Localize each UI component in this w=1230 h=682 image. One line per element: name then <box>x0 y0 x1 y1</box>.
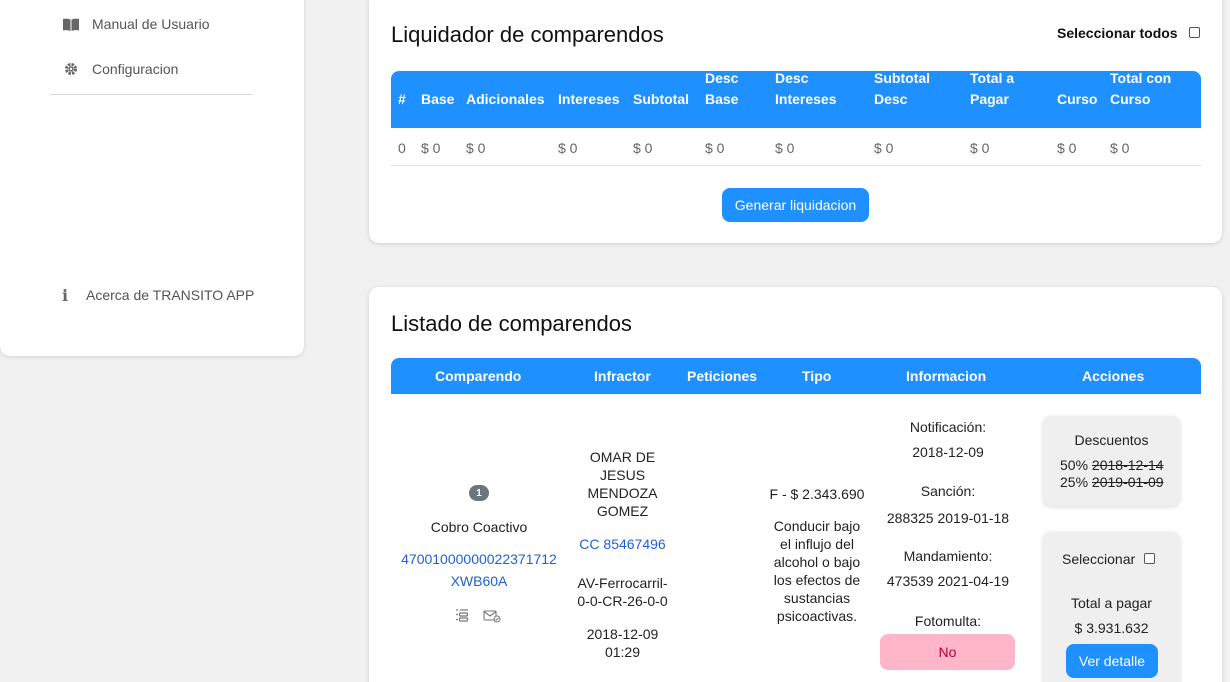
cell: $ 0 <box>558 140 578 156</box>
listado-table-header: Comparendo Infractor Peticiones Tipo Inf… <box>391 358 1201 394</box>
cell: $ 0 <box>705 140 725 156</box>
tipo-desc-line: el influjo del <box>780 536 854 552</box>
sancion-label: Sanción: <box>920 483 976 499</box>
descuento-pct: 25% <box>1060 474 1089 490</box>
hora-line: 01:29 <box>604 644 641 660</box>
sidebar-item-label: Manual de Usuario <box>92 16 210 32</box>
gear-icon <box>62 61 80 77</box>
col-comparendo: Comparendo <box>435 368 522 384</box>
tipo-desc-line: Conducir bajo <box>773 518 861 534</box>
descuentos-box: Descuentos 50% 2018-12-14 25% 2019-01-09 <box>1043 416 1180 506</box>
info-icon: i <box>61 285 69 305</box>
sidebar-item-label: Configuracion <box>92 61 179 77</box>
mail-check-icon[interactable] <box>483 609 501 628</box>
col-acciones: Acciones <box>1082 368 1145 384</box>
col-desc-intereses: Desc Intereses <box>775 70 837 107</box>
col-infractor: Infractor <box>594 368 651 384</box>
col-desc-base: Desc Base <box>705 70 739 107</box>
liquidador-table-row: 0 $ 0 $ 0 $ 0 $ 0 $ 0 $ 0 $ 0 $ 0 $ 0 $ … <box>391 128 1201 166</box>
tipo-desc-line: alcohol o bajo <box>773 554 861 570</box>
book-icon <box>62 16 80 32</box>
tipo-desc-line: sustancias <box>783 590 851 606</box>
descuentos-title: Descuentos <box>1074 432 1149 448</box>
cell: $ 0 <box>1110 140 1130 156</box>
descuento-fecha: 2018-12-14 <box>1091 457 1164 473</box>
total-valor: $ 3.931.632 <box>1074 620 1149 636</box>
comparendo-numero-link[interactable]: 47001000000022371712 <box>389 550 569 568</box>
list-detail-icon[interactable] <box>455 608 469 627</box>
seleccionar-label: Seleccionar <box>1062 551 1136 567</box>
tipo-valor: F - $ 2.343.690 <box>769 486 865 502</box>
sidebar-divider <box>50 94 253 95</box>
cell: $ 0 <box>775 140 795 156</box>
infractor-nombre: OMAR DE JESUS MENDOZA GOMEZ <box>565 448 680 520</box>
cell: $ 0 <box>874 140 894 156</box>
col-numero: # <box>398 91 406 107</box>
infractor-nombre-line: JESUS <box>599 467 646 483</box>
col-intereses: Intereses <box>558 91 620 107</box>
col-adicionales: Adicionales <box>466 91 545 107</box>
descuento-25: 25% 2019-01-09 <box>1060 474 1164 491</box>
generar-liquidacion-button[interactable]: Generar liquidacion <box>722 188 869 222</box>
direccion-line: 0-0-CR-26-0-0 <box>577 593 668 609</box>
col-tipo: Tipo <box>802 368 832 384</box>
descuento-fecha: 2019-01-09 <box>1091 474 1164 490</box>
listado-title: Listado de comparendos <box>391 311 632 336</box>
col-peticiones: Peticiones <box>687 368 758 384</box>
col-total-curso: Total con Curso <box>1110 70 1172 107</box>
col-informacion: Informacion <box>906 368 987 384</box>
sancion-valor: 288325 2019-01-18 <box>886 510 1010 526</box>
infractor-nombre-line: GOMEZ <box>596 503 649 519</box>
cell: $ 0 <box>633 140 653 156</box>
mandamiento-valor: 473539 2021-04-19 <box>886 573 1010 589</box>
ver-detalle-button[interactable]: Ver detalle <box>1066 644 1158 678</box>
fotomulta-label: Fotomulta: <box>914 613 982 629</box>
direccion-line: AV-Ferrocarril- <box>577 575 668 591</box>
total-label: Total a pagar <box>1071 595 1152 611</box>
mandamiento-label: Mandamiento: <box>903 548 993 564</box>
infractor-nombre-line: OMAR DE <box>589 449 656 465</box>
cell: $ 0 <box>421 140 441 156</box>
liquidador-title: Liquidador de comparendos <box>391 22 664 47</box>
cell: $ 0 <box>1057 140 1077 156</box>
infractor-fecha: 2018-12-09 01:29 <box>565 625 680 661</box>
tipo-desc-line: psicoactivas. <box>776 608 858 624</box>
descuento-50: 50% 2018-12-14 <box>1060 457 1164 474</box>
col-subtotal-desc: Subtotal Desc <box>874 70 930 107</box>
cell: 0 <box>398 140 406 156</box>
sidebar-item-about[interactable]: i Acerca de TRANSITO APP <box>56 285 255 305</box>
fotomulta-badge: No <box>880 634 1015 670</box>
notificacion-fecha: 2018-12-09 <box>912 444 984 460</box>
sidebar-item-configuracion[interactable]: Configuracion <box>62 61 178 77</box>
seleccionar-box: Seleccionar Total a pagar $ 3.931.632 Ve… <box>1043 532 1180 682</box>
select-all-checkbox[interactable] <box>1189 27 1200 38</box>
comparendo-placa-link[interactable]: XWB60A <box>399 572 559 590</box>
liquidador-card: Liquidador de comparendos Seleccionar to… <box>369 0 1222 243</box>
infractor-direccion: AV-Ferrocarril- 0-0-CR-26-0-0 <box>555 574 690 610</box>
col-subtotal: Subtotal <box>633 91 689 107</box>
comparendo-estado: Cobro Coactivo <box>430 519 528 535</box>
notificacion-label: Notificación: <box>909 419 987 435</box>
select-all-label: Seleccionar todos <box>1057 25 1178 41</box>
cell: $ 0 <box>466 140 486 156</box>
col-base: Base <box>421 91 455 107</box>
tipo-desc-line: los efectos de <box>773 572 861 588</box>
sidebar-item-label: Acerca de TRANSITO APP <box>86 287 255 303</box>
liquidador-table-header: # Base Adicionales Intereses Subtotal De… <box>391 70 1201 128</box>
descuento-pct: 50% <box>1060 457 1089 473</box>
seleccionar-checkbox[interactable] <box>1144 553 1155 564</box>
infractor-nombre-line: MENDOZA <box>587 485 658 501</box>
sidebar: Manual de Usuario Configuracion i Acerca… <box>0 0 304 356</box>
listado-card: Listado de comparendos Comparendo Infrac… <box>369 287 1222 682</box>
infractor-documento-link[interactable]: CC 85467496 <box>565 535 680 553</box>
comparendo-badge: 1 <box>469 485 489 501</box>
fecha-line: 2018-12-09 <box>586 626 659 642</box>
tipo-descripcion: Conducir bajo el influjo del alcohol o b… <box>753 517 881 625</box>
col-curso: Curso <box>1057 91 1098 107</box>
cell: $ 0 <box>970 140 990 156</box>
sidebar-item-manual[interactable]: Manual de Usuario <box>62 16 210 32</box>
col-total-pagar: Total a Pagar <box>970 70 1015 107</box>
